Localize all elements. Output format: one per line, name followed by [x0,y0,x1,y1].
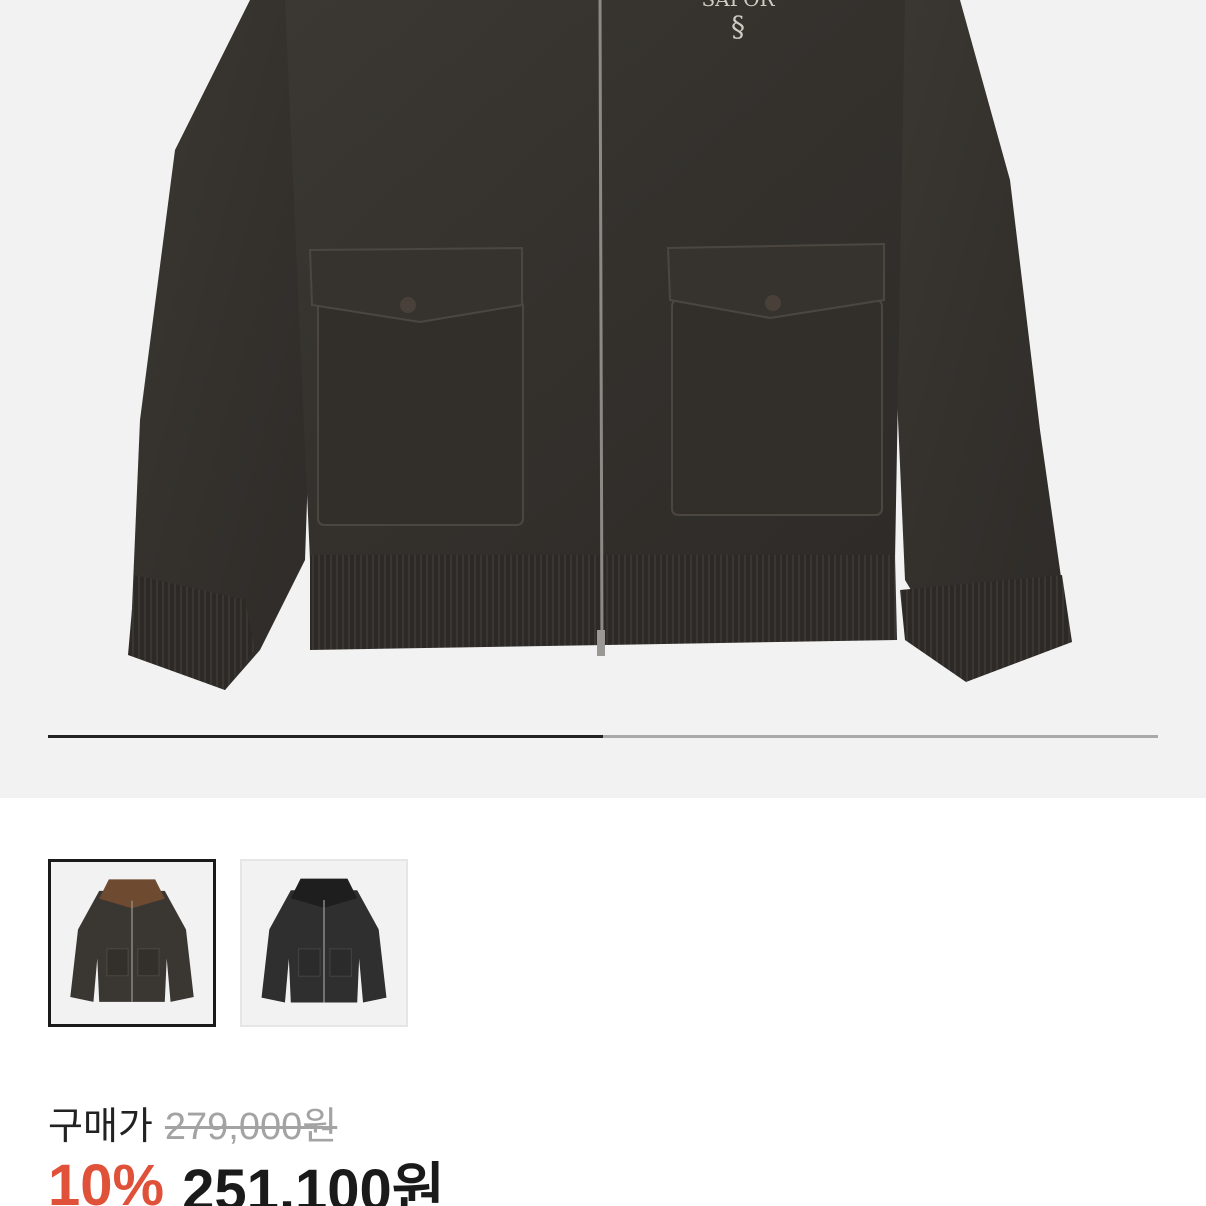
original-price: 279,000원 [164,1105,338,1148]
product-image-carousel[interactable]: SAPOR § [0,0,1206,798]
discount-rate: 10% [48,1152,165,1206]
thumbnail-brown-collar-jacket[interactable] [48,859,216,1027]
sale-price: 251,100원 [182,1158,446,1206]
thumbnail-black-collar-jacket[interactable] [240,859,408,1027]
svg-text:§: § [731,10,745,43]
jacket-thumbnail-image [70,879,194,1002]
purchase-price-label: 구매가 [48,1105,153,1148]
jacket-thumbnail-image [261,878,387,1003]
carousel-progress-track [48,735,1158,738]
sale-price-row: 10% 251,100원 [48,1150,445,1206]
carousel-progress-indicator [48,735,603,738]
price-label-row: 구매가 279,000원 [48,1098,337,1148]
jacket-image: SAPOR § [128,0,1072,690]
